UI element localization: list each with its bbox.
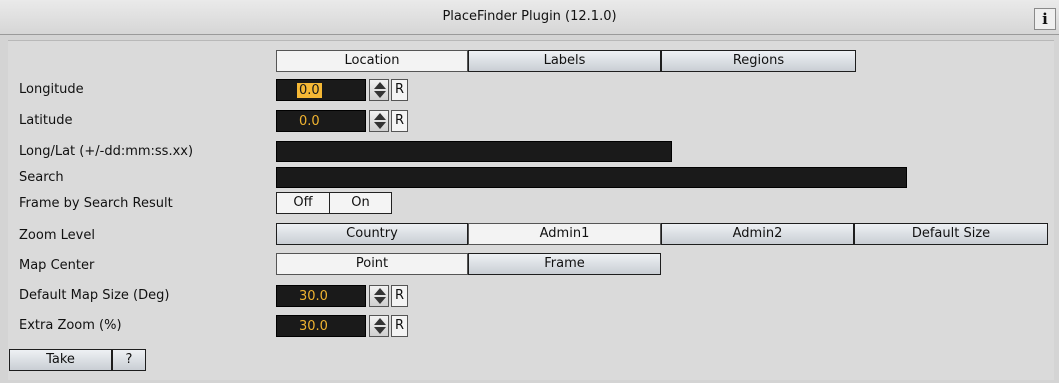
default-map-size-field[interactable]: 30.0 bbox=[276, 285, 366, 307]
map-center-point-button[interactable]: Point bbox=[276, 253, 468, 275]
map-center-label: Map Center bbox=[19, 258, 95, 273]
zoom-admin1-button[interactable]: Admin1 bbox=[468, 223, 661, 245]
latitude-label: Latitude bbox=[19, 113, 73, 128]
tab-regions[interactable]: Regions bbox=[661, 50, 856, 72]
default-map-size-value: 30.0 bbox=[299, 289, 328, 304]
tab-labels[interactable]: Labels bbox=[468, 50, 661, 72]
tab-location[interactable]: Location bbox=[276, 50, 468, 72]
extra-zoom-label: Extra Zoom (%) bbox=[19, 318, 122, 333]
extra-zoom-reset-button[interactable]: R bbox=[391, 315, 408, 337]
default-map-size-label: Default Map Size (Deg) bbox=[19, 288, 170, 303]
zoom-level-label: Zoom Level bbox=[19, 228, 95, 243]
longitude-label: Longitude bbox=[19, 82, 84, 97]
default-map-size-reset-button[interactable]: R bbox=[391, 285, 408, 307]
longitude-value: 0.0 bbox=[297, 83, 322, 98]
window-title: PlaceFinder Plugin (12.1.0) bbox=[442, 9, 617, 24]
longitude-reset-button[interactable]: R bbox=[391, 79, 408, 101]
info-icon[interactable]: i bbox=[1034, 8, 1056, 30]
title-bar: PlaceFinder Plugin (12.1.0) i bbox=[0, 0, 1059, 35]
longlat-label: Long/Lat (+/-dd:mm:ss.xx) bbox=[19, 144, 194, 159]
search-input[interactable] bbox=[276, 167, 907, 188]
latitude-reset-button[interactable]: R bbox=[391, 110, 408, 132]
default-map-size-spinner-icon[interactable] bbox=[369, 285, 389, 307]
latitude-field[interactable]: 0.0 bbox=[276, 110, 366, 132]
search-label: Search bbox=[19, 170, 64, 185]
frame-by-search-label: Frame by Search Result bbox=[19, 196, 173, 211]
longlat-input[interactable] bbox=[276, 141, 672, 162]
take-button[interactable]: Take bbox=[9, 349, 112, 371]
extra-zoom-spinner-icon[interactable] bbox=[369, 315, 389, 337]
longitude-spinner-icon[interactable] bbox=[369, 79, 389, 101]
zoom-admin2-button[interactable]: Admin2 bbox=[661, 223, 854, 245]
extra-zoom-field[interactable]: 30.0 bbox=[276, 315, 366, 337]
frame-by-search-on-button[interactable]: On bbox=[330, 192, 392, 214]
frame-by-search-off-button[interactable]: Off bbox=[276, 192, 330, 214]
latitude-value: 0.0 bbox=[299, 114, 320, 129]
longitude-field[interactable]: 0.0 bbox=[276, 79, 366, 101]
help-button[interactable]: ? bbox=[112, 349, 146, 371]
latitude-spinner-icon[interactable] bbox=[369, 110, 389, 132]
zoom-default-size-button[interactable]: Default Size bbox=[854, 223, 1048, 245]
map-center-frame-button[interactable]: Frame bbox=[468, 253, 661, 275]
zoom-country-button[interactable]: Country bbox=[276, 223, 468, 245]
extra-zoom-value: 30.0 bbox=[299, 319, 328, 334]
